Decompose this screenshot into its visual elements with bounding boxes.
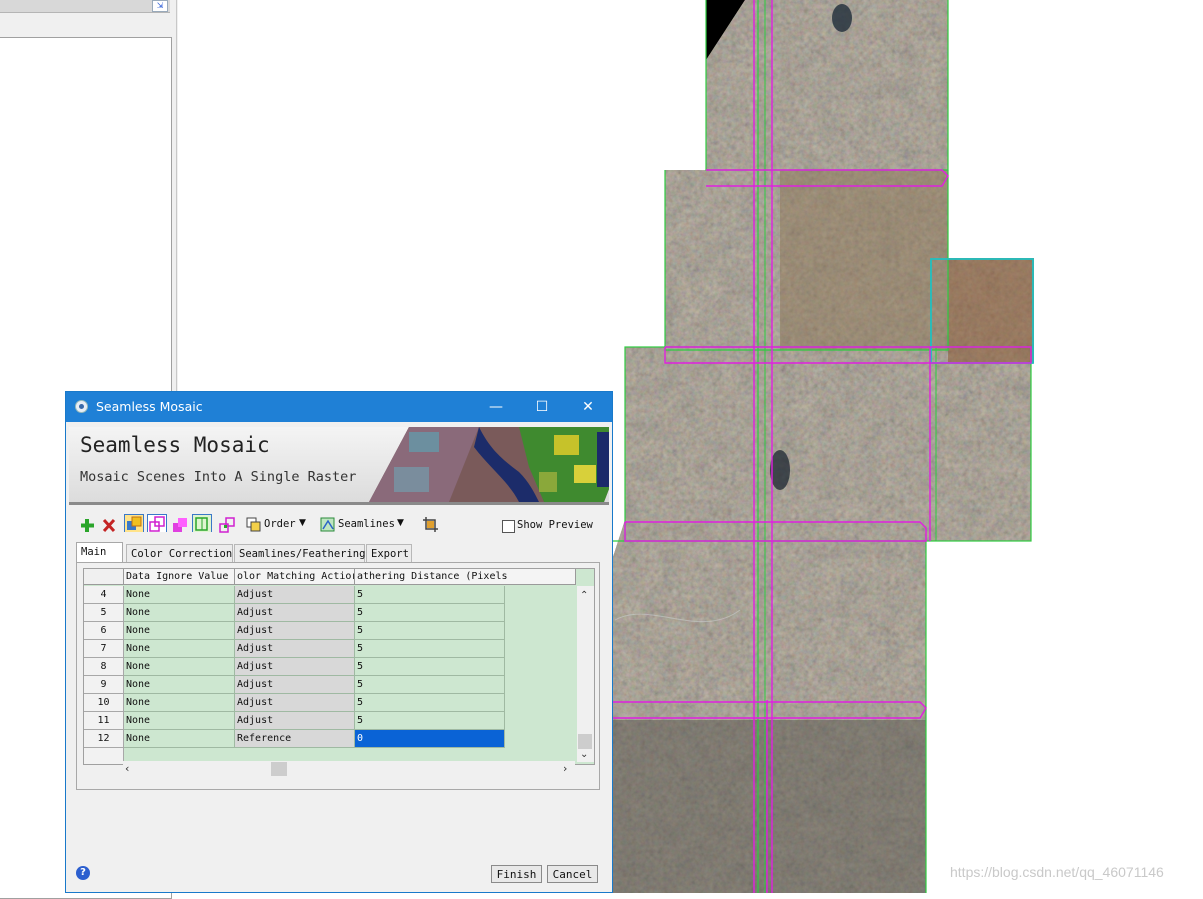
footprint-grid-icon[interactable]	[192, 514, 212, 532]
horizontal-scroll-thumb[interactable]	[271, 762, 287, 776]
panel-pin-icon[interactable]: ⇲	[152, 0, 168, 12]
data-ignore-value-cell[interactable]: None	[124, 712, 235, 730]
minimize-button[interactable]: —	[473, 392, 519, 422]
feathering-distance-cell[interactable]: 5	[355, 676, 505, 694]
color-matching-action-cell[interactable]: Adjust	[235, 676, 355, 694]
feathering-distance-cell[interactable]: 5	[355, 622, 505, 640]
fill-seamlines-icon[interactable]	[171, 516, 189, 534]
vertical-scroll-thumb[interactable]	[578, 734, 592, 749]
cancel-button[interactable]: Cancel	[547, 865, 598, 883]
show-preview-label[interactable]: Show Preview	[517, 519, 593, 531]
row-number-empty	[84, 748, 124, 764]
dialog-titlebar[interactable]: Seamless Mosaic — ☐ ✕	[66, 392, 612, 422]
link-scenes-icon[interactable]	[218, 516, 236, 534]
row-number[interactable]: 11	[84, 712, 124, 730]
feathering-distance-cell[interactable]: 5	[355, 658, 505, 676]
add-scenes-icon[interactable]	[79, 516, 95, 534]
data-ignore-value-cell[interactable]: None	[124, 730, 235, 748]
data-ignore-value-cell[interactable]: None	[124, 658, 235, 676]
color-matching-action-cell[interactable]: Reference	[235, 730, 355, 748]
color-matching-action-cell[interactable]: Adjust	[235, 586, 355, 604]
order-chevron-icon: ▼	[299, 518, 306, 528]
data-ignore-value-cell[interactable]: None	[124, 694, 235, 712]
dialog-banner: Seamless Mosaic Mosaic Scenes Into A Sin…	[69, 427, 609, 505]
data-ignore-value-cell[interactable]: None	[124, 622, 235, 640]
left-panel-toolbar: ⇲	[0, 0, 170, 13]
scene-footprints-icon[interactable]	[124, 514, 144, 532]
order-dropdown[interactable]: Order ▼	[246, 516, 308, 534]
scroll-down-icon[interactable]: ⌄	[580, 749, 588, 760]
feathering-distance-cell[interactable]: 5	[355, 694, 505, 712]
row-number[interactable]: 8	[84, 658, 124, 676]
feathering-distance-cell[interactable]: 5	[355, 640, 505, 658]
color-matching-action-cell[interactable]: Adjust	[235, 640, 355, 658]
tab-export[interactable]: Export	[366, 544, 412, 562]
mosaic-map-view[interactable]	[610, 0, 1040, 893]
color-matching-action-cell[interactable]: Adjust	[235, 694, 355, 712]
scroll-up-icon[interactable]: ⌃	[580, 590, 588, 601]
help-icon[interactable]: ?	[76, 866, 90, 880]
column-header-color-matching-action[interactable]: olor Matching Actior	[235, 569, 355, 585]
tab-main[interactable]: Main	[76, 542, 123, 563]
column-header-feathering-distance[interactable]: athering Distance (Pixels	[355, 569, 576, 585]
maximize-button[interactable]: ☐	[519, 392, 565, 422]
row-number[interactable]: 7	[84, 640, 124, 658]
crop-icon[interactable]	[422, 516, 440, 534]
feathering-distance-cell[interactable]: 0	[355, 730, 505, 748]
seamlines-dropdown[interactable]: Seamlines ▼	[320, 516, 406, 534]
scene-table: Data Ignore Value olor Matching Actior a…	[83, 568, 595, 765]
order-label: Order	[264, 518, 296, 530]
data-ignore-value-cell[interactable]: None	[124, 604, 235, 622]
vertical-scrollbar[interactable]: ⌃ ⌄	[577, 586, 594, 762]
color-matching-action-cell[interactable]: Adjust	[235, 604, 355, 622]
column-header-data-ignore-value[interactable]: Data Ignore Value	[124, 569, 235, 585]
tab-seamlines-feathering[interactable]: Seamlines/Feathering	[234, 544, 365, 562]
data-ignore-value-cell[interactable]: None	[124, 676, 235, 694]
row-number[interactable]: 5	[84, 604, 124, 622]
color-matching-action-cell[interactable]: Adjust	[235, 658, 355, 676]
banner-title: Seamless Mosaic	[80, 433, 270, 457]
row-number[interactable]: 10	[84, 694, 124, 712]
seamline-outline-icon[interactable]	[147, 514, 167, 532]
banner-subtitle: Mosaic Scenes Into A Single Raster	[80, 469, 357, 485]
data-ignore-value-cell[interactable]: None	[124, 586, 235, 604]
watermark: https://blog.csdn.net/qq_46071146	[950, 864, 1164, 880]
show-preview-checkbox[interactable]	[502, 520, 515, 533]
color-matching-action-cell[interactable]: Adjust	[235, 712, 355, 730]
main-tab-panel: Data Ignore Value olor Matching Actior a…	[76, 562, 600, 790]
row-number[interactable]: 4	[84, 586, 124, 604]
color-matching-action-cell[interactable]: Adjust	[235, 622, 355, 640]
scroll-right-icon[interactable]: ›	[563, 762, 567, 775]
row-number[interactable]: 12	[84, 730, 124, 748]
table-corner	[84, 569, 124, 585]
seamlines-label: Seamlines	[338, 518, 395, 530]
seamless-mosaic-dialog: Seamless Mosaic — ☐ ✕ Seamless Mosaic Mo…	[65, 391, 613, 893]
feathering-distance-cell[interactable]: 5	[355, 712, 505, 730]
mosaic-imagery	[612, 0, 1034, 893]
seamlines-chevron-icon: ▼	[397, 518, 404, 528]
feathering-distance-cell[interactable]: 5	[355, 604, 505, 622]
seamlines-icon	[320, 517, 335, 532]
order-icon	[246, 517, 261, 532]
row-number[interactable]: 9	[84, 676, 124, 694]
tab-color-correction[interactable]: Color Correction	[126, 544, 233, 562]
envi-app-icon	[75, 400, 88, 413]
finish-button[interactable]: Finish	[491, 865, 542, 883]
close-button[interactable]: ✕	[565, 392, 611, 422]
banner-satellite-image	[369, 427, 609, 502]
data-ignore-value-cell[interactable]: None	[124, 640, 235, 658]
dialog-title: Seamless Mosaic	[96, 399, 203, 414]
row-number[interactable]: 6	[84, 622, 124, 640]
scroll-left-icon[interactable]: ‹	[125, 762, 129, 775]
remove-scene-icon[interactable]	[101, 516, 117, 534]
feathering-distance-cell[interactable]: 5	[355, 586, 505, 604]
horizontal-scrollbar[interactable]: ‹ ›	[123, 761, 575, 777]
